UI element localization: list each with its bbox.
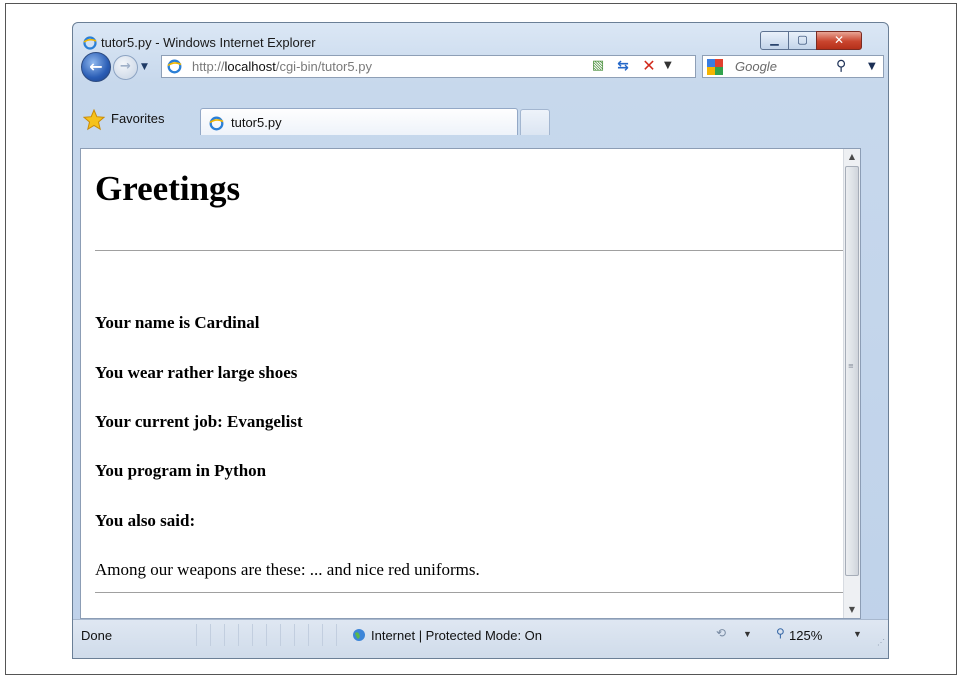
title-bar: tutor5.py - Windows Internet Explorer ▁ … <box>73 23 888 53</box>
shoes-line: You wear rather large shoes <box>95 363 298 382</box>
protected-mode-icon[interactable]: ⟲ <box>716 626 726 640</box>
maximize-button[interactable]: ▢ <box>788 31 817 50</box>
forward-button[interactable]: → <box>113 55 138 80</box>
status-progress-segments <box>183 624 343 646</box>
globe-icon <box>353 629 365 641</box>
star-icon[interactable] <box>83 109 105 131</box>
forward-arrow-icon: → <box>120 59 131 74</box>
favorites-button[interactable]: Favorites <box>111 111 164 126</box>
address-url: http://localhost/cgi-bin/tutor5.py <box>192 59 372 74</box>
page-heading: Greetings <box>95 169 241 208</box>
search-box[interactable]: Google <box>702 55 884 78</box>
top-divider <box>95 250 851 251</box>
language-line: You program in Python <box>95 461 267 480</box>
refresh-icon[interactable]: ⇆ <box>613 58 633 76</box>
stop-icon[interactable]: ✕ <box>639 56 659 75</box>
ie-tab-icon <box>209 116 224 131</box>
compatibility-view-icon[interactable]: ▧ <box>588 58 608 76</box>
job-line: Your current job: Evangelist <box>95 412 303 431</box>
back-button[interactable]: ← <box>81 52 111 82</box>
zoom-dropdown[interactable]: ▼ <box>853 629 862 639</box>
new-tab-button[interactable] <box>520 109 550 135</box>
close-button[interactable]: ✕ <box>816 31 862 50</box>
url-scheme: http:// <box>192 59 225 74</box>
search-icon[interactable]: ⚲ <box>836 58 846 74</box>
status-options-dropdown[interactable]: ▼ <box>743 629 752 639</box>
recent-pages-dropdown[interactable]: ▼ <box>141 62 148 72</box>
zoom-icon[interactable]: ⚲ <box>776 626 785 640</box>
tab-tutor5[interactable]: tutor5.py <box>200 108 518 135</box>
ie-logo-icon <box>83 36 97 50</box>
scroll-down-icon[interactable]: ▼ <box>844 602 860 618</box>
back-arrow-icon: ← <box>89 57 103 76</box>
google-logo-icon <box>707 59 723 75</box>
resize-grip-icon[interactable]: ⋰ <box>877 638 885 647</box>
window-title: tutor5.py - Windows Internet Explorer <box>101 35 316 50</box>
minimize-button[interactable]: ▁ <box>760 31 789 50</box>
page-content: Greetings Your name is Cardinal You wear… <box>80 148 861 619</box>
maximize-icon: ▢ <box>797 33 808 46</box>
ie-page-icon <box>167 59 182 74</box>
comment-text: Among our weapons are these: ... and nic… <box>95 560 480 579</box>
url-path: /cgi-bin/tutor5.py <box>275 59 372 74</box>
minimize-icon: ▁ <box>770 33 779 46</box>
tab-label: tutor5.py <box>231 115 282 130</box>
security-zone-text[interactable]: Internet | Protected Mode: On <box>371 628 542 643</box>
status-bar: Done Internet | Protected Mode: On ⟲ ▼ ⚲… <box>73 619 888 658</box>
scroll-up-icon[interactable]: ▲ <box>844 149 860 165</box>
scroll-thumb[interactable]: ≡ <box>845 166 859 576</box>
search-placeholder: Google <box>735 59 777 74</box>
search-options-dropdown[interactable]: ▼ <box>868 61 876 72</box>
address-dropdown-icon[interactable]: ▼ <box>664 60 672 71</box>
status-text: Done <box>81 628 113 643</box>
bottom-divider <box>95 592 851 593</box>
also-said-line: You also said: <box>95 511 196 530</box>
zoom-level[interactable]: 125% <box>789 628 822 643</box>
vertical-scrollbar[interactable]: ▲ ≡ ▼ <box>843 149 860 618</box>
scroll-grip-icon: ≡ <box>848 362 854 370</box>
close-icon: ✕ <box>833 33 845 47</box>
ie-window: tutor5.py - Windows Internet Explorer ▁ … <box>72 22 889 659</box>
url-host: localhost <box>224 59 276 74</box>
name-line: Your name is Cardinal <box>95 313 260 332</box>
